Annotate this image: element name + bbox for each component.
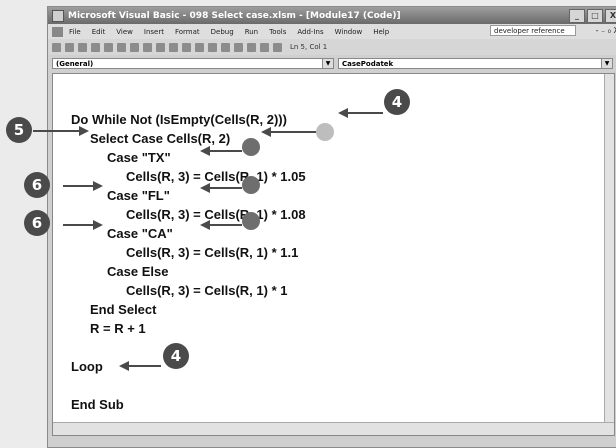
arrow-head-6 [200,183,210,193]
arrow-head-8 [200,220,210,230]
marker-case-fl [242,176,260,194]
callout-6-case-ca: 6 [24,210,50,236]
arrow-head-5 [93,181,103,191]
marker-case-tx [242,138,260,156]
arrow-head-7 [93,220,103,230]
marker-case-ca [242,212,260,230]
callout-6-case-fl: 6 [24,172,50,198]
arrow-head-3 [79,126,89,136]
callout-4-do-while: 4 [384,89,410,115]
callout-4-loop: 4 [163,343,189,369]
callout-5-select-case: 5 [6,117,32,143]
arrow-head-2 [261,127,271,137]
arrow-head-4 [200,146,210,156]
arrow-head-1 [338,108,348,118]
annotation-overlay [33,108,383,371]
arrow-head-9 [119,361,129,371]
marker-select-case [316,123,334,141]
